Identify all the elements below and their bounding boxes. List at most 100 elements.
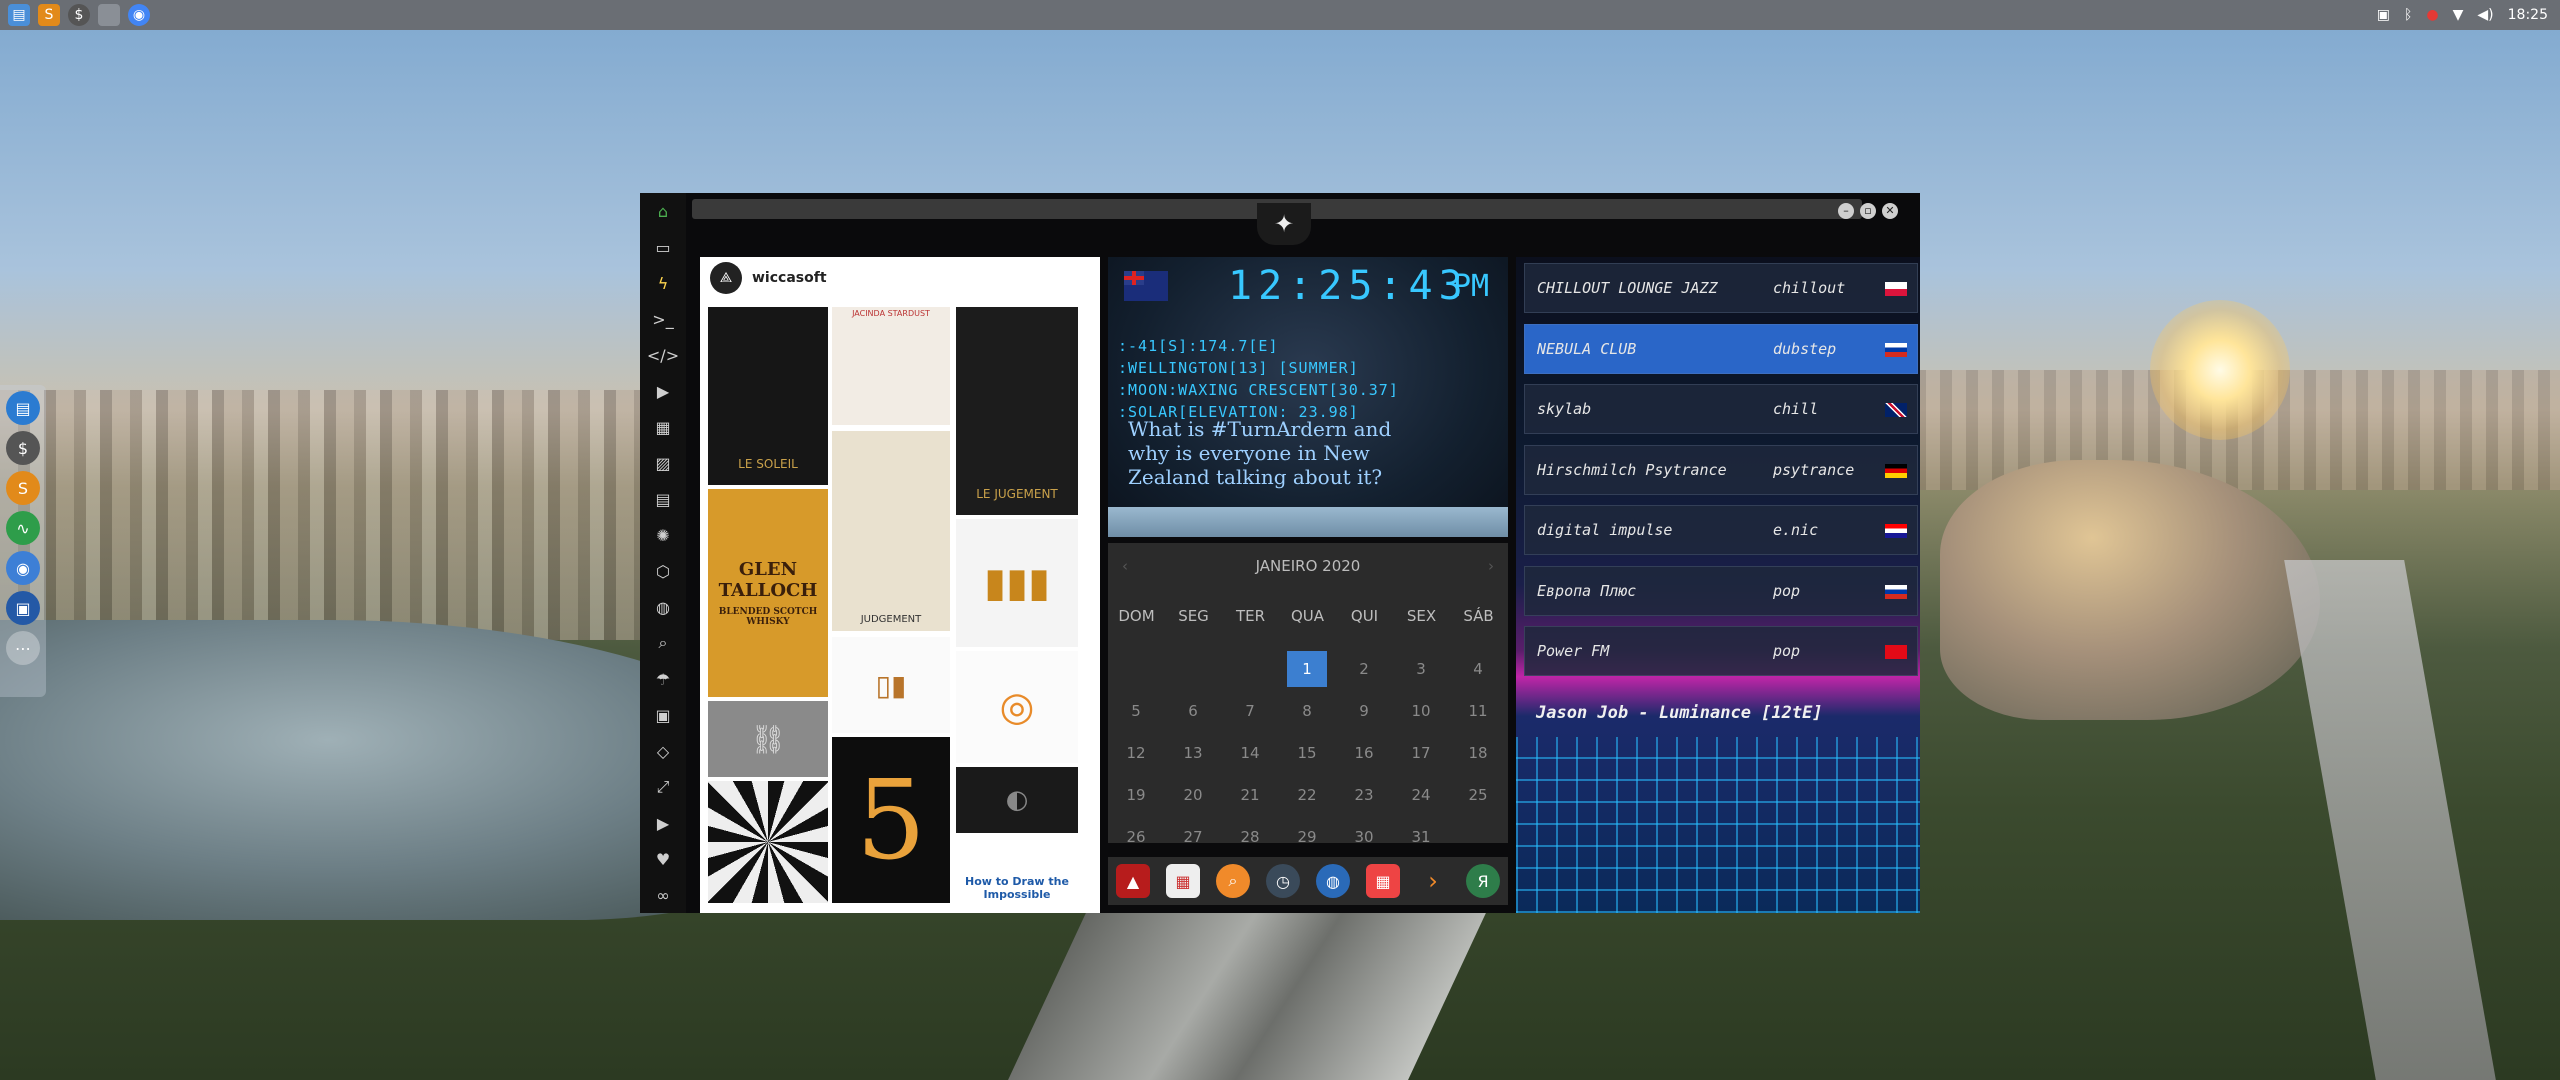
files-icon[interactable]: ▤ xyxy=(8,4,30,26)
station-row[interactable]: CHILLOUT LOUNGE JAZZ chillout xyxy=(1524,263,1918,313)
calendar-day[interactable]: 5 xyxy=(1116,693,1156,729)
search-app-icon[interactable]: ⌕ xyxy=(1216,864,1250,898)
bolt-icon[interactable]: ϟ xyxy=(640,265,686,301)
avatar[interactable]: ⟁ xyxy=(710,262,742,294)
remote-icon[interactable]: ▣ xyxy=(6,591,40,625)
station-row[interactable]: digital impulse e.nic xyxy=(1524,505,1918,555)
calendar-day[interactable]: 21 xyxy=(1230,777,1270,813)
record-icon[interactable]: ● xyxy=(2426,7,2438,23)
document-icon[interactable]: ▭ xyxy=(640,229,686,265)
calendar-day[interactable]: 4 xyxy=(1458,651,1498,687)
calendar-day[interactable]: 2 xyxy=(1344,651,1384,687)
calendar-day-today[interactable]: 1 xyxy=(1287,651,1327,687)
hex-icon[interactable]: ✺ xyxy=(640,517,686,553)
calendar-day[interactable]: 27 xyxy=(1173,819,1213,855)
calendar-alt-icon[interactable]: ▦ xyxy=(1366,864,1400,898)
yandex-icon[interactable]: Я xyxy=(1466,864,1500,898)
station-row[interactable]: NEBULA CLUB dubstep xyxy=(1524,323,1918,374)
more-icon[interactable]: ⋯ xyxy=(6,631,40,665)
maximize-button[interactable]: ▫ xyxy=(1860,203,1876,219)
alert-icon[interactable]: ▲ xyxy=(1116,864,1150,898)
calendar-day[interactable]: 13 xyxy=(1173,735,1213,771)
arrow-app-icon[interactable]: › xyxy=(1416,864,1450,898)
username[interactable]: wiccasoft xyxy=(752,270,827,286)
post-jacinda[interactable]: JACINDA STARDUST xyxy=(832,307,950,425)
post-whisky-glass[interactable]: ▯▮ xyxy=(832,637,950,733)
workspace-icon[interactable] xyxy=(98,4,120,26)
calendar-day[interactable]: 20 xyxy=(1173,777,1213,813)
screen-icon[interactable]: ▣ xyxy=(2377,7,2390,23)
files-icon[interactable]: ▤ xyxy=(6,391,40,425)
post-how-to-draw[interactable]: How to Draw the Impossible xyxy=(956,837,1078,903)
post-moon[interactable]: ◐ xyxy=(956,767,1078,833)
calendar-day[interactable]: 16 xyxy=(1344,735,1384,771)
calendar-day[interactable]: 10 xyxy=(1401,693,1441,729)
terminal-app-icon[interactable]: $ xyxy=(68,4,90,26)
chrome-icon[interactable]: ◉ xyxy=(128,4,150,26)
youtube-icon[interactable]: ▶ xyxy=(640,805,686,841)
gallery-icon[interactable]: ▦ xyxy=(640,409,686,445)
link-icon[interactable]: ∞ xyxy=(640,877,686,913)
post-chains[interactable]: ⛓ xyxy=(708,701,828,777)
chromium-icon[interactable]: ◉ xyxy=(6,551,40,585)
station-row[interactable]: Hirschmilch Psytrance psytrance xyxy=(1524,444,1918,495)
globe-icon[interactable]: ◍ xyxy=(640,589,686,625)
hexagon-icon[interactable]: ⬡ xyxy=(640,553,686,589)
post-whisky-bottles[interactable]: ▮▮▮ xyxy=(956,519,1078,647)
clock-time[interactable]: 18:25 xyxy=(2508,7,2548,23)
search-icon[interactable]: ⌕ xyxy=(640,625,686,661)
heart-icon[interactable]: ♥ xyxy=(640,841,686,877)
globe-app-icon[interactable]: ◍ xyxy=(1316,864,1350,898)
calendar-day[interactable]: 26 xyxy=(1116,819,1156,855)
post-judgement[interactable]: JUDGEMENT xyxy=(832,431,950,631)
code-alt-icon[interactable]: ◇ xyxy=(640,733,686,769)
volume-icon[interactable]: ◀) xyxy=(2477,7,2493,23)
calendar-day[interactable]: 19 xyxy=(1116,777,1156,813)
clock-app-icon[interactable]: ◷ xyxy=(1266,864,1300,898)
play-icon[interactable]: ▶ xyxy=(640,373,686,409)
post-spiral[interactable] xyxy=(708,781,828,903)
station-row[interactable]: skylab chill xyxy=(1524,384,1918,434)
calendar-day[interactable]: 12 xyxy=(1116,735,1156,771)
wifi-icon[interactable]: ▼ xyxy=(2453,7,2464,23)
post-le-jugement[interactable]: LE JUGEMENT xyxy=(956,307,1078,515)
sublime-icon[interactable]: S xyxy=(38,4,60,26)
news-headline[interactable]: What is #TurnArdern and why is everyone … xyxy=(1128,417,1438,489)
calendar-day[interactable]: 8 xyxy=(1287,693,1327,729)
terminal-icon[interactable]: >_ xyxy=(640,301,686,337)
bluetooth-icon[interactable]: ᛒ xyxy=(2404,7,2412,23)
calendar-day[interactable]: 6 xyxy=(1173,693,1213,729)
calendar-day[interactable]: 3 xyxy=(1401,651,1441,687)
post-five[interactable]: 5 xyxy=(832,737,950,903)
calendar-day[interactable]: 11 xyxy=(1458,693,1498,729)
calendar-day[interactable]: 7 xyxy=(1230,693,1270,729)
calendar-day[interactable]: 31 xyxy=(1401,819,1441,855)
calendar-day[interactable]: 25 xyxy=(1458,777,1498,813)
news-icon[interactable]: ▤ xyxy=(640,481,686,517)
calendar-day[interactable]: 30 xyxy=(1344,819,1384,855)
calendar-day[interactable]: 22 xyxy=(1287,777,1327,813)
calendar-day[interactable]: 28 xyxy=(1230,819,1270,855)
contact-icon[interactable]: ▣ xyxy=(640,697,686,733)
activity-icon[interactable]: ∿ xyxy=(6,511,40,545)
calendar-app-icon[interactable]: ▦ xyxy=(1166,864,1200,898)
minimize-button[interactable]: – xyxy=(1838,203,1854,219)
umbrella-icon[interactable]: ☂ xyxy=(640,661,686,697)
post-le-soleil[interactable]: LE SOLEIL xyxy=(708,307,828,485)
post-diagram[interactable]: ◎ xyxy=(956,651,1078,763)
close-button[interactable]: ✕ xyxy=(1882,203,1898,219)
calendar-day[interactable]: 23 xyxy=(1344,777,1384,813)
calendar-day[interactable]: 15 xyxy=(1287,735,1327,771)
expand-icon[interactable]: ⤢ xyxy=(640,769,686,805)
station-row[interactable]: Power FM pop xyxy=(1524,626,1918,676)
next-month-icon[interactable]: › xyxy=(1488,557,1494,575)
calendar-day[interactable]: 14 xyxy=(1230,735,1270,771)
image-icon[interactable]: ▨ xyxy=(640,445,686,481)
money-icon[interactable]: $ xyxy=(6,431,40,465)
home-icon[interactable]: ⌂ xyxy=(640,193,686,229)
calendar-day[interactable]: 18 xyxy=(1458,735,1498,771)
station-row[interactable]: Европа Плюс pop xyxy=(1524,565,1918,616)
calendar-day[interactable]: 29 xyxy=(1287,819,1327,855)
calendar-day[interactable]: 24 xyxy=(1401,777,1441,813)
code-icon[interactable]: </> xyxy=(640,337,686,373)
